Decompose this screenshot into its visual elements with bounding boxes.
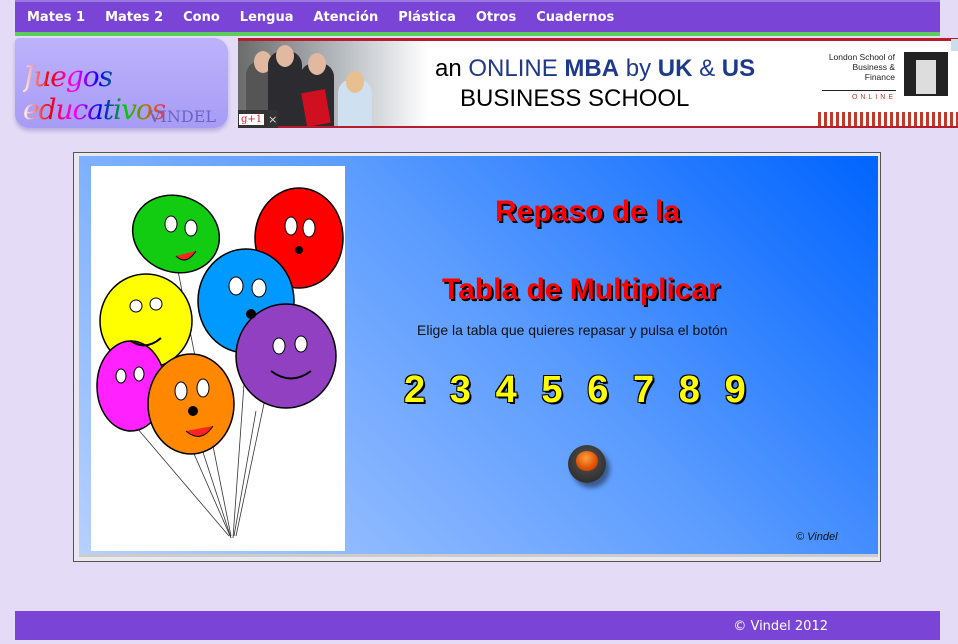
nav-cuadernos[interactable]: Cuadernos — [536, 10, 614, 25]
ad-school-name: London School of Business & Finance — [828, 52, 895, 82]
table-4-button[interactable]: 4 — [496, 369, 542, 412]
table-3-button[interactable]: 3 — [450, 369, 496, 412]
orange-button-icon — [576, 451, 598, 471]
gplus-widget: g+1 × — [238, 110, 278, 128]
nav-plastica[interactable]: Plástica — [398, 10, 456, 25]
gplus-button[interactable]: g+1 — [239, 113, 265, 125]
footer-copyright: © Vindel 2012 — [733, 619, 828, 634]
nav-otros[interactable]: Otros — [476, 10, 516, 25]
balloon-purple — [235, 303, 337, 409]
nav-atencion[interactable]: Atención — [314, 10, 379, 25]
start-button[interactable] — [568, 445, 606, 483]
top-nav: Mates 1 Mates 2 Cono Lengua Atención Plá… — [15, 0, 940, 32]
pillar-logo-icon — [904, 52, 948, 96]
title-line-2: Tabla de Multiplicar — [442, 273, 720, 306]
table-selector: 2 3 4 5 6 7 8 9 — [404, 369, 770, 412]
game-panel: Repaso de la Tabla de Multiplicar Elige … — [73, 152, 881, 562]
balloon-orange — [147, 353, 235, 455]
table-8-button[interactable]: 8 — [679, 369, 725, 412]
site-logo[interactable]: Juegos educativos VINDEL — [15, 38, 228, 128]
ad-subheadline: BUSINESS SCHOOL — [460, 85, 690, 112]
logo-subtitle: VINDEL — [148, 107, 216, 126]
nav-divider — [15, 32, 940, 36]
nav-cono[interactable]: Cono — [183, 10, 220, 25]
skyline-graphic — [818, 112, 958, 126]
game-copyright: © Vindel — [796, 531, 838, 543]
table-7-button[interactable]: 7 — [633, 369, 679, 412]
ad-online-tag: ONLINE — [822, 90, 896, 101]
table-9-button[interactable]: 9 — [725, 369, 771, 412]
ad-headline: an ONLINE MBA by UK & US — [435, 55, 756, 82]
nav-mates-1[interactable]: Mates 1 — [27, 10, 85, 25]
adchoices-icon[interactable] — [951, 39, 958, 51]
balloons-image — [91, 166, 345, 551]
footer: © Vindel 2012 — [15, 611, 940, 640]
table-6-button[interactable]: 6 — [587, 369, 633, 412]
table-5-button[interactable]: 5 — [541, 369, 587, 412]
ad-banner[interactable]: an ONLINE MBA by UK & US BUSINESS SCHOOL… — [238, 38, 958, 128]
close-ad-button[interactable]: × — [268, 113, 277, 126]
nav-lengua[interactable]: Lengua — [240, 10, 294, 25]
instruction-text: Elige la tabla que quieres repasar y pul… — [417, 322, 728, 338]
table-2-button[interactable]: 2 — [404, 369, 450, 412]
game-stage: Repaso de la Tabla de Multiplicar Elige … — [79, 156, 878, 557]
nav-mates-2[interactable]: Mates 2 — [105, 10, 163, 25]
title-line-1: Repaso de la — [495, 195, 681, 228]
